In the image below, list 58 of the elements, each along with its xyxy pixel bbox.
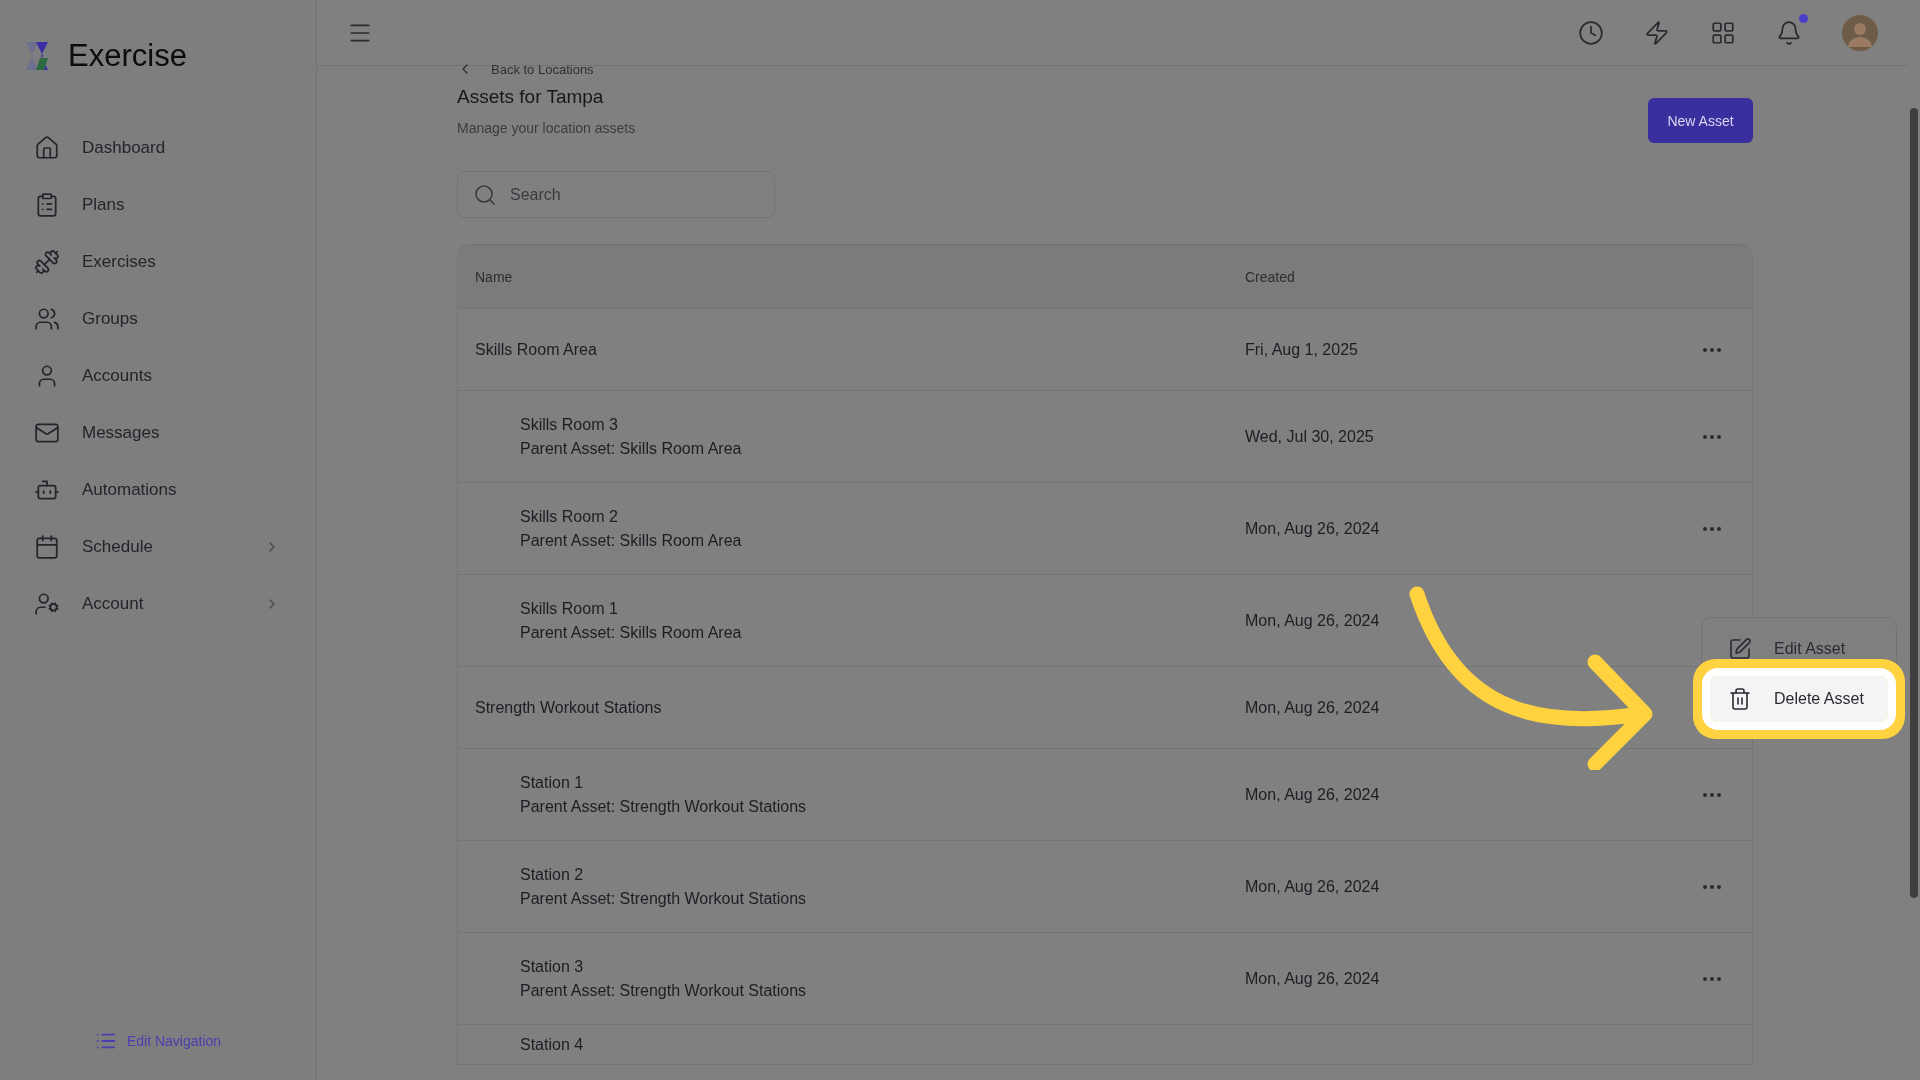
asset-name: Skills Room 3 [520, 415, 619, 434]
created-date: Mon, Aug 26, 2024 [1245, 877, 1381, 896]
created-date: Mon, Aug 26, 2024 [1245, 785, 1381, 804]
new-asset-button[interactable]: New Asset [1648, 98, 1753, 143]
asset-name: Skills Room 2 [520, 507, 619, 526]
trash-icon [1728, 687, 1752, 711]
sidebar-item[interactable]: Dashboard [22, 130, 280, 165]
back-link[interactable]: Back to Locations [457, 60, 1753, 78]
house-icon [34, 134, 60, 161]
sidebar-item[interactable]: Exercises [22, 244, 280, 279]
app-name: Exercise [68, 38, 187, 74]
search-field[interactable]: Search [457, 171, 775, 218]
sidebar-item[interactable]: Accounts [22, 358, 280, 393]
asset-name: Skills Room Area [475, 340, 598, 359]
scrollbar-thumb[interactable] [1910, 108, 1918, 898]
sidebar-item[interactable]: Messages [22, 415, 280, 450]
avatar-icon[interactable] [1842, 14, 1878, 51]
asset-name: Station 2 [520, 865, 585, 884]
parent-asset-label: Parent Asset: Skills Room Area [520, 439, 743, 458]
edit-icon [1728, 637, 1752, 661]
grid-icon[interactable] [1710, 19, 1736, 46]
page-title: Assets for Tampa [457, 86, 605, 108]
parent-asset-label: Parent Asset: Strength Workout Stations [520, 889, 808, 908]
sidebar-item[interactable]: Groups [22, 301, 280, 336]
bell-icon [1776, 19, 1802, 46]
created-date: Mon, Aug 26, 2024 [1245, 611, 1381, 630]
column-header: Name [475, 268, 514, 285]
column-header: Created [1245, 268, 1296, 285]
sidebar-item[interactable]: Account [22, 586, 280, 621]
sidebar-item[interactable]: Schedule [22, 529, 280, 564]
created-date: Mon, Aug 26, 2024 [1245, 969, 1381, 988]
parent-asset-label: Parent Asset: Strength Workout Stations [520, 981, 808, 1000]
asset-name: Station 1 [520, 773, 585, 792]
menu-item[interactable]: Edit Asset [1710, 626, 1888, 672]
clock-icon[interactable] [1578, 19, 1604, 46]
created-date: Mon, Aug 26, 2024 [1245, 698, 1381, 717]
calendar-icon [34, 533, 60, 560]
sidebar-item[interactable]: Automations [22, 472, 280, 507]
person-gear-icon [34, 590, 60, 617]
parent-asset-label: Parent Asset: Skills Room Area [520, 623, 743, 642]
lightning-icon[interactable] [1644, 19, 1670, 46]
created-date: Wed, Jul 30, 2025 [1245, 427, 1375, 446]
notification-dot [1799, 13, 1808, 23]
group-icon [34, 305, 60, 332]
search-icon [473, 183, 497, 207]
page-subtitle: Manage your location assets [457, 120, 636, 136]
asset-name: Strength Workout Stations [475, 698, 663, 717]
dumbbell-icon [34, 248, 60, 275]
created-date: Mon, Aug 26, 2024 [1245, 519, 1381, 538]
asset-name: Station 3 [520, 957, 585, 976]
created-date: Fri, Aug 1, 2025 [1245, 340, 1359, 359]
parent-asset-label: Parent Asset: Strength Workout Stations [520, 797, 808, 816]
asset-name: Station 4 [520, 1035, 585, 1054]
edit-navigation-link[interactable]: Edit Navigation [94, 1030, 222, 1052]
asset-name: Skills Room 1 [520, 599, 619, 618]
sidebar-item[interactable]: Plans [22, 187, 280, 222]
clipboard-icon [34, 191, 60, 218]
parent-asset-label: Parent Asset: Skills Room Area [520, 531, 743, 550]
